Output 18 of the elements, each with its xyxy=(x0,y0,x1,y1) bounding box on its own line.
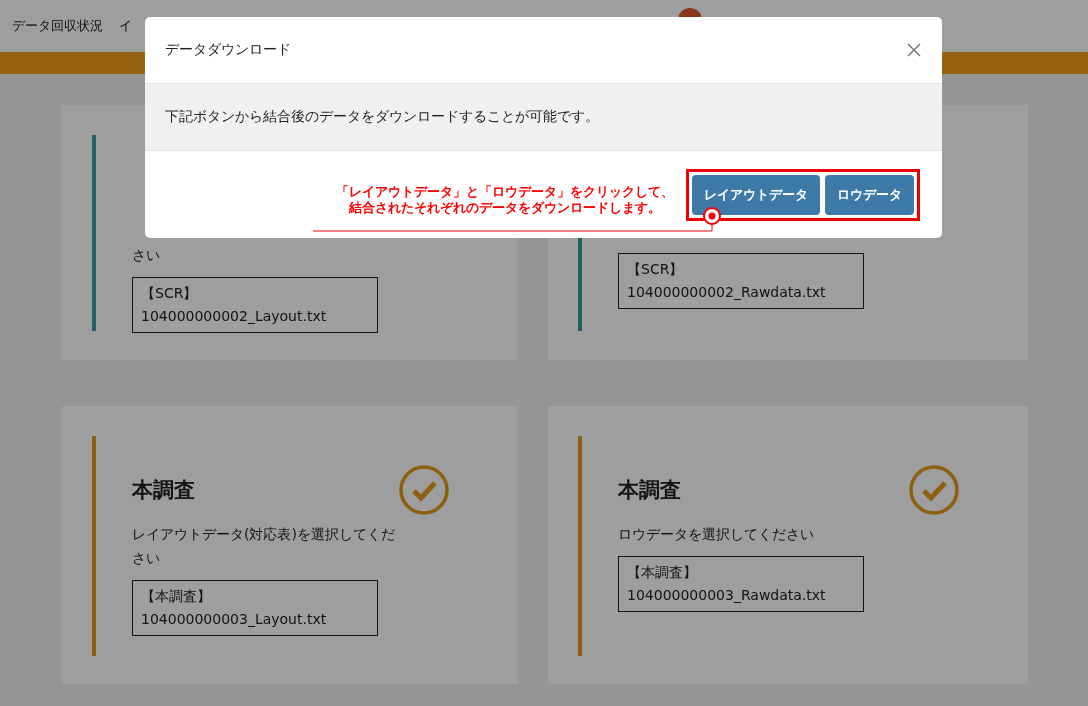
card-description: ロウデータを選択してください xyxy=(618,525,814,544)
file-name-field[interactable]: 【SCR】104000000002_Layout.txt xyxy=(132,277,378,333)
file-name-field[interactable]: 【SCR】 104000000002_Rawdata.txt xyxy=(618,253,864,309)
card-title: 本調査 xyxy=(618,477,681,504)
card-description: レイアウトデータ(対応表)を選択してくだ xyxy=(132,525,395,544)
file-name-field[interactable]: 【本調査】 104000000003_Layout.txt xyxy=(132,580,378,636)
card-description: さい xyxy=(132,246,160,265)
annotation-text: 「レイアウトデータ」と「ロウデータ」をクリックして、 結合されたそれぞれのデータをダウンロードします。 xyxy=(336,183,674,216)
dialog-message: 下記ボタンから結合後のデータをダウンロードすることが可能です。 xyxy=(165,108,599,126)
download-button[interactable]: ロウデータ xyxy=(825,174,914,215)
nav-item[interactable]: データ回収状況 xyxy=(12,17,103,35)
card-description: さい xyxy=(132,549,160,568)
close-button[interactable] xyxy=(906,42,922,58)
card-title: 本調査 xyxy=(132,477,195,504)
download-button[interactable]: レイアウトデータ xyxy=(692,174,820,215)
nav-item[interactable]: イ xyxy=(119,17,132,35)
file-name-field[interactable]: 【本調査】 104000000003_Rawdata.txt xyxy=(618,556,864,612)
dialog-title: データダウンロード xyxy=(165,41,291,59)
